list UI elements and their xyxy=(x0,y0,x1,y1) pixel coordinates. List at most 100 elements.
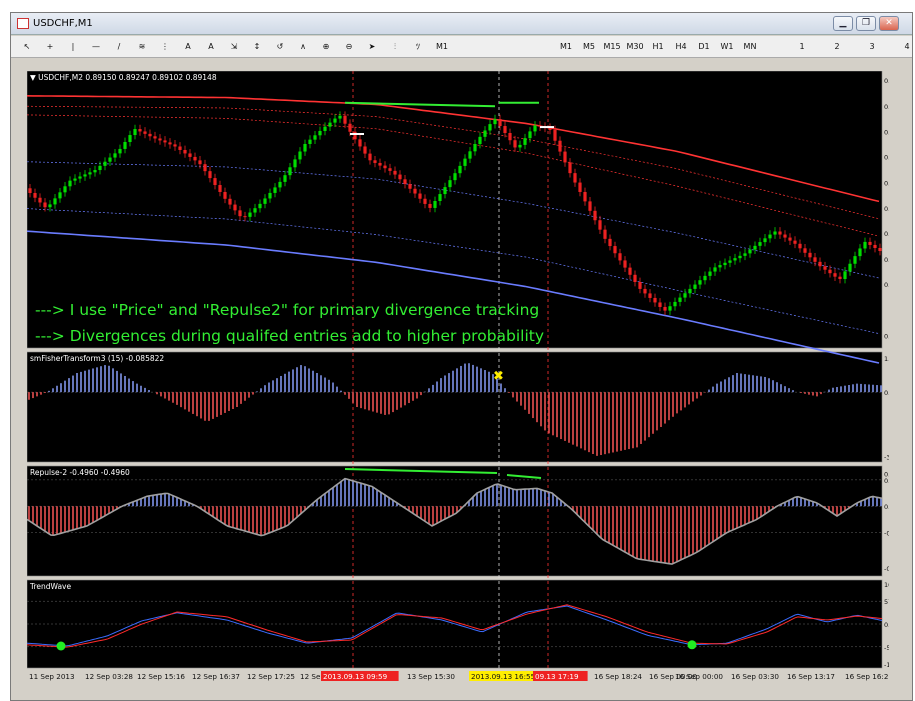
tool-button-8[interactable]: A xyxy=(201,39,221,55)
candle-bull xyxy=(698,280,702,285)
candle-bear xyxy=(658,302,662,307)
panel-label-trendwave: TrendWave xyxy=(29,582,71,591)
candle-bear xyxy=(628,267,632,275)
timeframe-m15[interactable]: M15 xyxy=(602,39,622,55)
tool-button-3[interactable]: — xyxy=(86,39,106,55)
candle-bull xyxy=(323,126,327,131)
candle-bear xyxy=(508,132,512,141)
tool-button-4[interactable]: / xyxy=(109,39,129,55)
tool-button-15[interactable]: ➤ xyxy=(362,39,382,55)
restore-button[interactable]: ❐ xyxy=(856,16,876,31)
candle-bull xyxy=(528,131,532,139)
candle-bear xyxy=(778,231,782,235)
timeframe-d1[interactable]: D1 xyxy=(694,39,714,55)
candle-bull xyxy=(673,301,677,307)
minimize-button[interactable]: ▁ xyxy=(833,16,853,31)
candle-bull xyxy=(493,119,497,125)
terminal-window: USDCHF,M1 ▁ ❐ ✕ ↖ + | — / ≋ ⋮ A A ⇲ ↕ ↺ ∧ ⊕ ⊖ ➤ ⫶ ﾂ M1 M1 M5… xyxy=(10,12,913,701)
repulse-axis-label: 0.00 xyxy=(884,503,889,511)
page-button-4[interactable]: 4 xyxy=(891,39,915,55)
candle-bear xyxy=(38,197,42,203)
candle-bull xyxy=(713,267,717,272)
annotation-line-1: ---> I use "Price" and "Repulse2" for pr… xyxy=(35,301,539,319)
candle-bull xyxy=(303,143,307,152)
candle-bear xyxy=(148,133,152,137)
timeframe-mn[interactable]: MN xyxy=(740,39,760,55)
candle-bull xyxy=(268,192,272,199)
tool-button-14[interactable]: ⊖ xyxy=(339,39,359,55)
candle-bear xyxy=(593,210,597,221)
candle-bear xyxy=(188,153,192,157)
tool-button-10[interactable]: ↕ xyxy=(247,39,267,55)
time-axis-label: 11 Sep 2013 xyxy=(29,672,75,681)
candle-bear xyxy=(648,293,652,298)
tool-button-6[interactable]: ⋮ xyxy=(155,39,175,55)
marker-icon: ✖ xyxy=(493,369,504,384)
candle-bull xyxy=(53,198,57,205)
candle-bear xyxy=(143,131,147,134)
candle-bull xyxy=(443,187,447,195)
candle-bear xyxy=(358,139,362,147)
candle-bull xyxy=(283,175,287,182)
timeframe-m30[interactable]: M30 xyxy=(625,39,645,55)
candle-bear xyxy=(598,220,602,230)
candle-bear xyxy=(868,241,872,245)
candle-bear xyxy=(803,248,807,253)
candle-bull xyxy=(768,234,772,239)
timeframe-w1[interactable]: W1 xyxy=(717,39,737,55)
candle-bear xyxy=(838,276,842,280)
candle-bull xyxy=(678,297,682,302)
price-axis-label: 0.92710 xyxy=(884,230,889,238)
timeframe-m1[interactable]: M1 xyxy=(556,39,576,55)
candle-bear xyxy=(163,140,167,143)
time-axis-label: 2013.09.13 16:55 xyxy=(471,672,535,681)
timeframe-h1[interactable]: H1 xyxy=(648,39,668,55)
candle-bear xyxy=(423,198,427,204)
candle-bear xyxy=(603,229,607,239)
candle-bull xyxy=(118,148,122,154)
candle-bear xyxy=(348,123,352,132)
panel-label-repulse: Repulse-2 -0.4960 -0.4960 xyxy=(30,468,130,477)
tool-button-7[interactable]: A xyxy=(178,39,198,55)
candle-bull xyxy=(453,173,457,181)
close-button[interactable]: ✕ xyxy=(879,16,899,31)
candle-bear xyxy=(28,188,32,194)
tool-button-5[interactable]: ≋ xyxy=(132,39,152,55)
page-button-1[interactable]: 1 xyxy=(786,39,818,55)
price-axis-label: 0.93440 xyxy=(884,103,889,111)
candle-bear xyxy=(178,146,182,150)
candle-bull xyxy=(288,167,292,176)
candle-bull xyxy=(738,255,742,259)
toolbar: ↖ + | — / ≋ ⋮ A A ⇲ ↕ ↺ ∧ ⊕ ⊖ ➤ ⫶ ﾂ M1 M1 M5 M15 M30 H1 H4 D1 W1 MN… xyxy=(11,36,912,58)
page-button-2[interactable]: 2 xyxy=(821,39,853,55)
tool-button-17[interactable]: ﾂ xyxy=(408,39,428,55)
timeframe-h4[interactable]: H4 xyxy=(671,39,691,55)
time-axis-label: 16 Sep 00:00 xyxy=(675,672,723,681)
signal-dot xyxy=(56,641,66,651)
candle-bear xyxy=(548,127,552,130)
page-button-3[interactable]: 3 xyxy=(856,39,888,55)
tool-button-11[interactable]: ↺ xyxy=(270,39,290,55)
candle-bull xyxy=(718,265,722,268)
candle-bull xyxy=(748,249,752,254)
candle-bear xyxy=(388,168,392,171)
tool-button-0[interactable]: ↖ xyxy=(17,39,37,55)
tool-button-1[interactable]: + xyxy=(40,39,60,55)
candle-bear xyxy=(153,136,157,139)
tool-button-9[interactable]: ⇲ xyxy=(224,39,244,55)
candle-bull xyxy=(753,245,757,250)
tool-button-12[interactable]: ∧ xyxy=(293,39,313,55)
timeframe-m5[interactable]: M5 xyxy=(579,39,599,55)
tool-button-2[interactable]: | xyxy=(63,39,83,55)
price-axis-label: 0.93000 xyxy=(884,180,889,188)
candle-bull xyxy=(273,187,277,193)
tool-button-13[interactable]: ⊕ xyxy=(316,39,336,55)
candle-bear xyxy=(503,126,507,133)
timeframe-menu-button[interactable]: M1 xyxy=(431,39,453,55)
candle-bull xyxy=(853,256,857,264)
candle-bull xyxy=(733,258,737,261)
candle-bear xyxy=(373,160,377,163)
trendwave-axis-label: 0.00 xyxy=(884,621,889,629)
candle-bull xyxy=(63,186,67,193)
tool-button-16[interactable]: ⫶ xyxy=(385,39,405,55)
